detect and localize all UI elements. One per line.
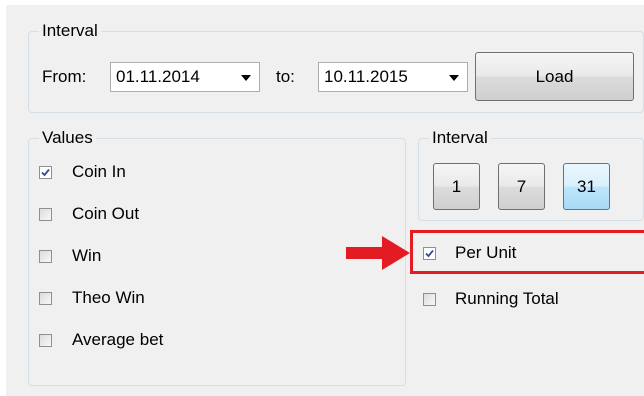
per-unit-checkbox[interactable] — [423, 247, 436, 260]
to-date-value: 10.11.2015 — [324, 67, 408, 86]
interval-7-button[interactable]: 7 — [498, 163, 545, 210]
highlight-box — [410, 230, 644, 274]
check-icon — [41, 168, 50, 177]
interval-days-legend: Interval — [429, 128, 491, 148]
per-unit-label: Per Unit — [455, 243, 517, 262]
theo-win-checkbox[interactable] — [39, 292, 52, 305]
interval-7-label: 7 — [516, 177, 527, 196]
red-arrow-right-icon — [346, 236, 410, 270]
check-icon — [425, 249, 434, 258]
from-label: From: — [42, 67, 87, 86]
coin-out-checkbox[interactable] — [39, 208, 52, 221]
win-label: Win — [72, 246, 102, 265]
values-legend: Values — [39, 128, 96, 148]
coin-in-label: Coin In — [72, 162, 126, 181]
interval-range-legend: Interval — [39, 21, 101, 41]
theo-win-label: Theo Win — [72, 288, 145, 307]
chevron-down-icon[interactable] — [449, 75, 459, 81]
interval-31-button[interactable]: 31 — [563, 163, 610, 210]
win-checkbox[interactable] — [39, 250, 52, 263]
from-date-combo[interactable]: 01.11.2014 — [110, 62, 260, 92]
to-label: to: — [276, 67, 295, 86]
to-date-combo[interactable]: 10.11.2015 — [318, 62, 468, 92]
average-bet-checkbox[interactable] — [39, 334, 52, 347]
average-bet-label: Average bet — [72, 330, 164, 349]
from-date-value: 01.11.2014 — [116, 67, 200, 86]
interval-1-label: 1 — [451, 177, 462, 196]
interval-1-button[interactable]: 1 — [433, 163, 480, 210]
running-total-label: Running Total — [455, 289, 559, 308]
load-button[interactable]: Load — [475, 52, 634, 101]
coin-out-label: Coin Out — [72, 204, 140, 223]
chevron-down-icon[interactable] — [241, 75, 251, 81]
coin-in-checkbox[interactable] — [39, 166, 52, 179]
load-button-label: Load — [535, 67, 574, 86]
running-total-checkbox[interactable] — [423, 293, 436, 306]
interval-31-label: 31 — [577, 177, 596, 196]
